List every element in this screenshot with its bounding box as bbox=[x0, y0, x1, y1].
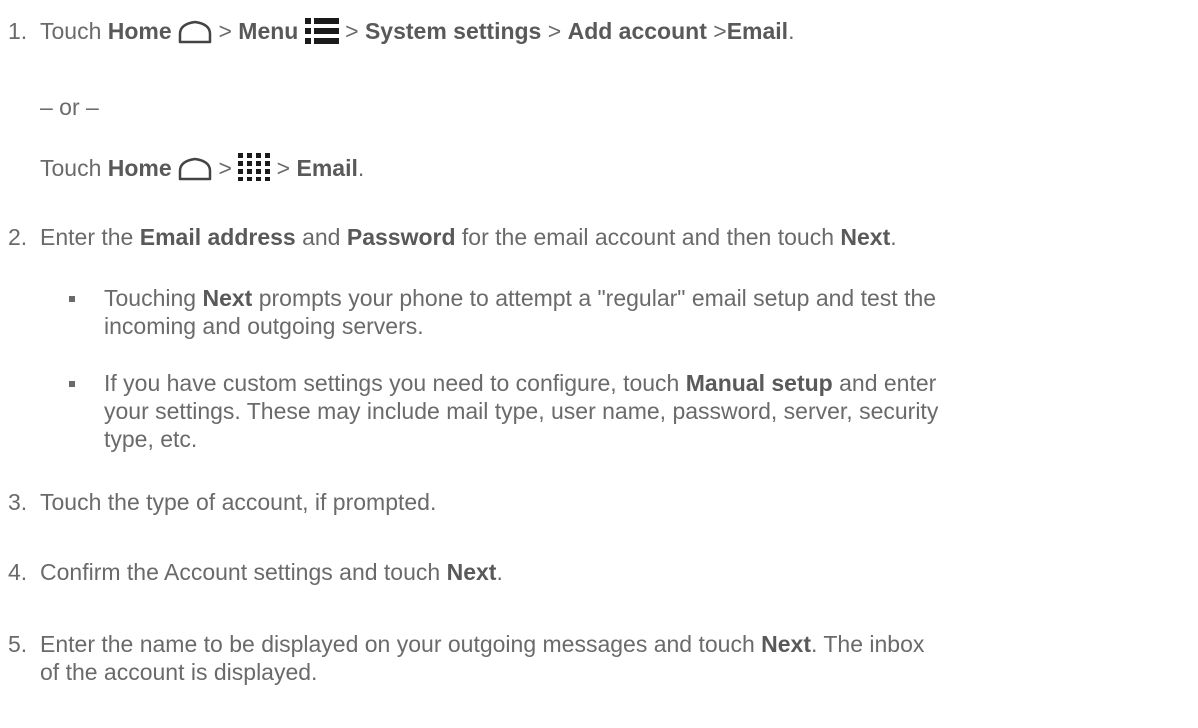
step-number: 2. bbox=[8, 224, 28, 250]
step-2-line: Enter the Email address and Password for… bbox=[40, 224, 897, 250]
bullet-1-line-2: incoming and outgoing servers. bbox=[104, 313, 424, 339]
step-number: 4. bbox=[8, 559, 28, 585]
step-1-line-2: Touch Home > > Email. bbox=[40, 153, 365, 181]
next-label: Next bbox=[761, 631, 812, 657]
home-label: Home bbox=[107, 155, 172, 181]
manual-setup-label: Manual setup bbox=[685, 370, 833, 396]
bullet-marker bbox=[69, 381, 75, 387]
step-number: 1. bbox=[8, 18, 28, 44]
add-account-label: Add account bbox=[567, 18, 707, 44]
next-label: Next bbox=[202, 285, 253, 311]
step-number: 5. bbox=[8, 631, 28, 657]
email-address-label: Email address bbox=[139, 224, 296, 250]
step-4-line: Confirm the Account settings and touch N… bbox=[40, 559, 503, 585]
bullet-1-line-1: Touching Next prompts your phone to atte… bbox=[104, 285, 937, 311]
step-1-line-1: Touch Home > Menu > System settings > Ad… bbox=[40, 18, 795, 44]
step-3-line: Touch the type of account, if prompted. bbox=[40, 489, 437, 515]
email-label: Email bbox=[726, 18, 789, 44]
bullet-2-line-2: your settings. These may include mail ty… bbox=[104, 398, 939, 424]
bullet-marker bbox=[69, 296, 75, 302]
password-label: Password bbox=[346, 224, 456, 250]
menu-label: Menu bbox=[238, 18, 299, 44]
apps-grid-icon bbox=[238, 153, 271, 181]
bullet-2-line-3: type, etc. bbox=[104, 426, 198, 452]
next-label: Next bbox=[446, 559, 497, 585]
bullet-2-line-1: If you have custom settings you need to … bbox=[104, 370, 937, 396]
step-5-line-2: of the account is displayed. bbox=[40, 659, 318, 685]
email-label: Email bbox=[296, 155, 358, 181]
home-icon bbox=[178, 157, 212, 181]
next-label: Next bbox=[840, 224, 891, 250]
home-icon bbox=[178, 20, 212, 44]
or-separator: – or – bbox=[40, 94, 99, 120]
home-label: Home bbox=[107, 18, 172, 44]
menu-icon bbox=[304, 18, 339, 44]
step-5-line-1: Enter the name to be displayed on your o… bbox=[40, 631, 925, 657]
step-number: 3. bbox=[8, 489, 28, 515]
system-settings-label: System settings bbox=[364, 18, 542, 44]
